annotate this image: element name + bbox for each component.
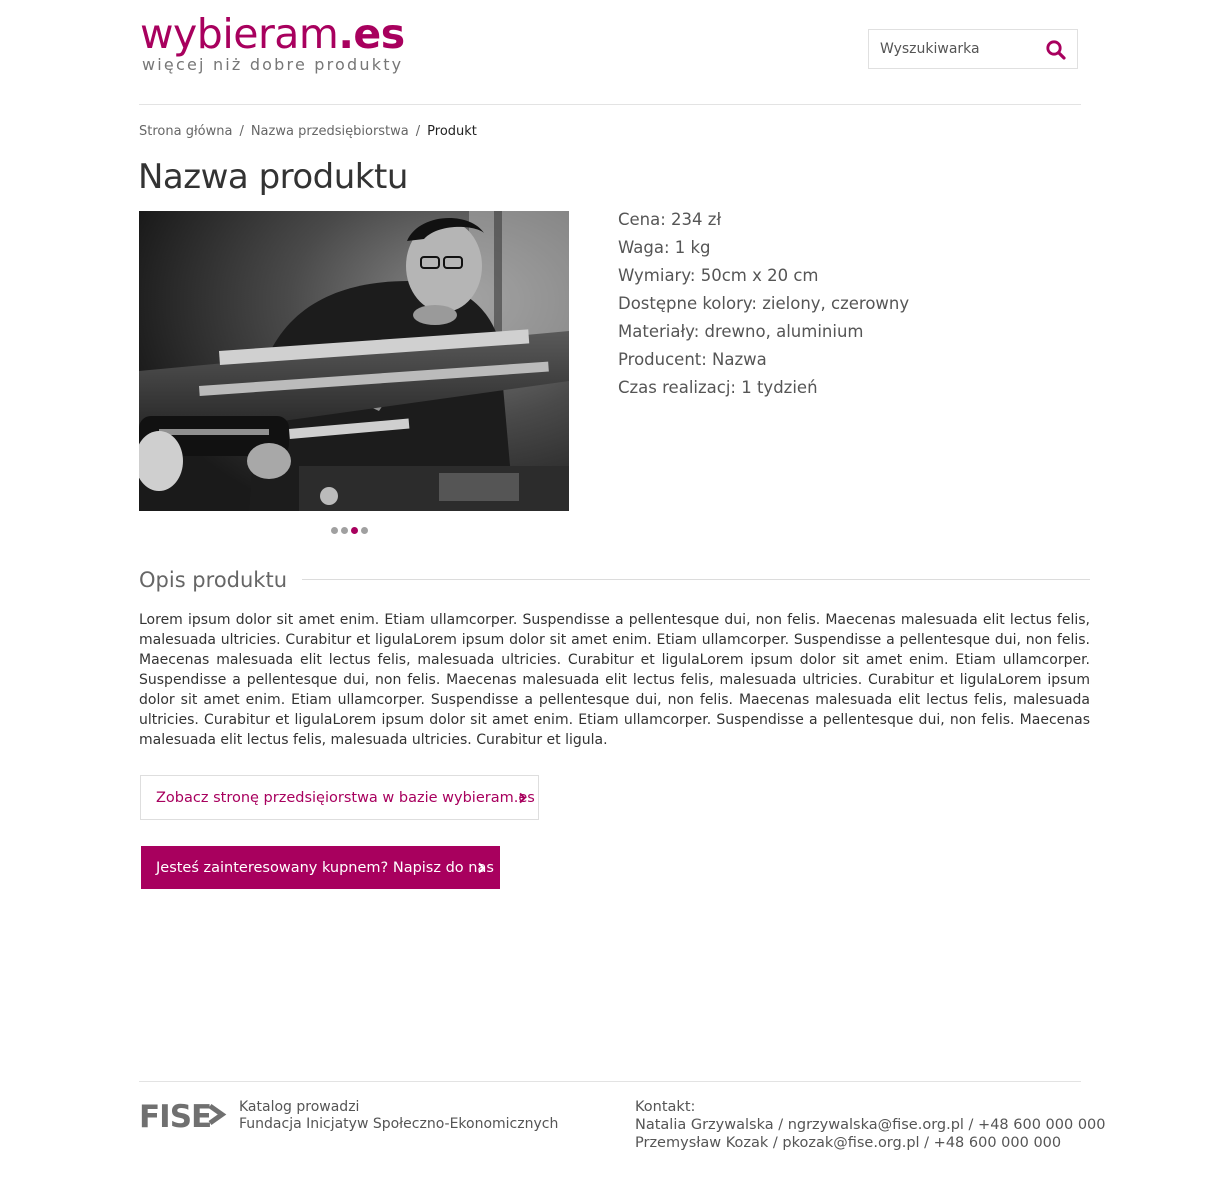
contact-person-2: Przemysław Kozak / pkozak@fise.org.pl / … [635,1135,1062,1151]
spec-producer: Producent: Nazwa [618,350,767,369]
search-box [868,29,1078,69]
breadcrumb-separator: / [415,124,421,139]
fise-logo[interactable]: FISE [139,1099,227,1135]
gallery-pagination [331,527,368,534]
gallery-dot[interactable] [331,527,338,534]
logo-name: wybieram [140,10,339,58]
fise-logo-image: FISE [139,1099,227,1135]
search-icon[interactable] [1045,39,1067,61]
catalog-line-1: Katalog prowadzi [239,1099,360,1115]
product-photo [139,211,569,511]
product-specs: Cena: 234 zł Waga: 1 kg Wymiary: 50cm x … [618,206,909,402]
spec-colors: Dostępne kolory: zielony, czerowny [618,294,910,313]
product-photo-image [139,211,569,511]
contact-us-button-label: Jesteś zainteresowany kupnem? Napisz do … [156,859,494,876]
catalog-line-2: Fundacja Inicjatyw Społeczno-Ekonomiczny… [239,1116,559,1132]
company-page-button[interactable]: Zobacz stronę przedsięiorstwa w bazie wy… [140,775,539,820]
breadcrumb: Strona główna / Nazwa przedsiębiorstwa / Pro… [139,124,477,139]
logo-tld: .es [338,10,405,58]
spec-dimensions: Wymiary: 50cm x 20 cm [618,266,819,285]
company-page-button-label: Zobacz stronę przedsięiorstwa w bazie wy… [156,789,535,806]
contact-heading: Kontakt: [635,1099,696,1115]
logo-tagline: więcej niż dobre produkty [142,55,404,74]
gallery-dot[interactable] [361,527,368,534]
description-heading: Opis produktu [139,568,288,592]
section-divider [302,579,1090,580]
site-logo[interactable]: wybieram.es więcej niż dobre produkty [140,10,405,74]
footer-divider [139,1081,1081,1082]
fise-logo-text: FISE [139,1100,211,1130]
gallery-dot-active[interactable] [351,527,358,534]
spec-weight: Waga: 1 kg [618,238,711,257]
chevron-right-icon [519,792,526,803]
search-input[interactable] [869,30,1039,68]
chevron-right-icon [478,862,485,873]
description-text: Lorem ipsum dolor sit amet enim. Etiam u… [139,612,1090,748]
catalog-info: Katalog prowadzi Fundacja Inicjatyw Społ… [239,1099,558,1133]
logo-wordmark: wybieram.es [140,10,405,58]
spec-price: Cena: 234 zł [618,210,722,229]
spec-materials: Materiały: drewno, aluminium [618,322,864,341]
gallery-dot[interactable] [341,527,348,534]
page-title: Nazwa produktu [138,157,408,197]
breadcrumb-home[interactable]: Strona główna [139,124,232,139]
contact-us-button[interactable]: Jesteś zainteresowany kupnem? Napisz do … [141,846,500,889]
spec-lead-time: Czas realizacj: 1 tydzień [618,378,818,397]
breadcrumb-company[interactable]: Nazwa przedsiębiorstwa [251,124,409,139]
breadcrumb-separator: / [239,124,244,139]
contact-person-1: Natalia Grzywalska / ngrzywalska@fise.or… [635,1117,1106,1133]
contact-info: Kontakt: Natalia Grzywalska / ngrzywalsk… [635,1098,1106,1152]
header-divider [139,104,1081,105]
breadcrumb-current: Produkt [427,124,477,139]
